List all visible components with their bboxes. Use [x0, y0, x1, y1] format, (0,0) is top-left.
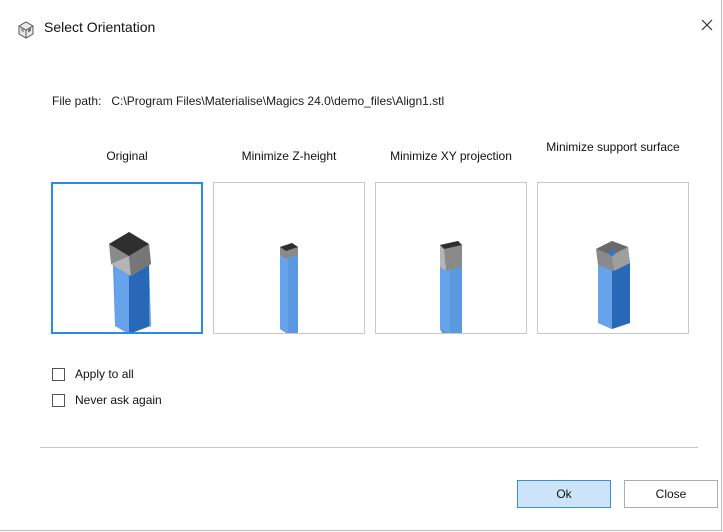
- model-preview-z-height: [280, 243, 298, 333]
- model-preview-original: [109, 232, 151, 332]
- model-preview-support-surface: [596, 241, 630, 329]
- option-label-minimize-z-height: Minimize Z-height: [241, 149, 337, 163]
- option-minimize-z-height-preview[interactable]: [213, 182, 365, 334]
- window-title: Select Orientation: [44, 19, 156, 35]
- option-label-minimize-xy-projection: Minimize XY projection: [390, 149, 512, 163]
- divider: [40, 447, 698, 448]
- cube-icon: [16, 20, 36, 40]
- option-minimize-xy-projection-preview[interactable]: [375, 182, 527, 334]
- option-label-minimize-support-surface: Minimize support surface: [546, 140, 680, 154]
- ok-button[interactable]: Ok: [517, 480, 611, 508]
- close-button[interactable]: Close: [624, 480, 718, 508]
- file-path-row: File path: C:\Program Files\Materialise\M…: [52, 94, 444, 108]
- model-preview-xy-projection: [440, 241, 462, 333]
- apply-to-all-checkbox[interactable]: Apply to all: [52, 365, 134, 383]
- close-icon: [700, 18, 714, 37]
- file-path-label: File path:: [52, 94, 102, 108]
- option-label-original: Original: [106, 149, 148, 163]
- checkbox-box[interactable]: [52, 393, 65, 407]
- checkbox-box[interactable]: [52, 367, 65, 381]
- file-path-value: C:\Program Files\Materialise\Magics 24.0…: [111, 94, 445, 108]
- title-bar: Select Orientation: [0, 0, 721, 56]
- select-orientation-dialog: Select Orientation File path: C:\Program …: [0, 0, 722, 531]
- apply-to-all-label: Apply to all: [75, 367, 134, 381]
- option-original-preview[interactable]: [51, 182, 203, 334]
- never-ask-again-checkbox[interactable]: Never ask again: [52, 391, 162, 409]
- close-window-button[interactable]: [695, 12, 719, 42]
- never-ask-again-label: Never ask again: [75, 393, 162, 407]
- option-minimize-support-surface-preview[interactable]: [537, 182, 689, 334]
